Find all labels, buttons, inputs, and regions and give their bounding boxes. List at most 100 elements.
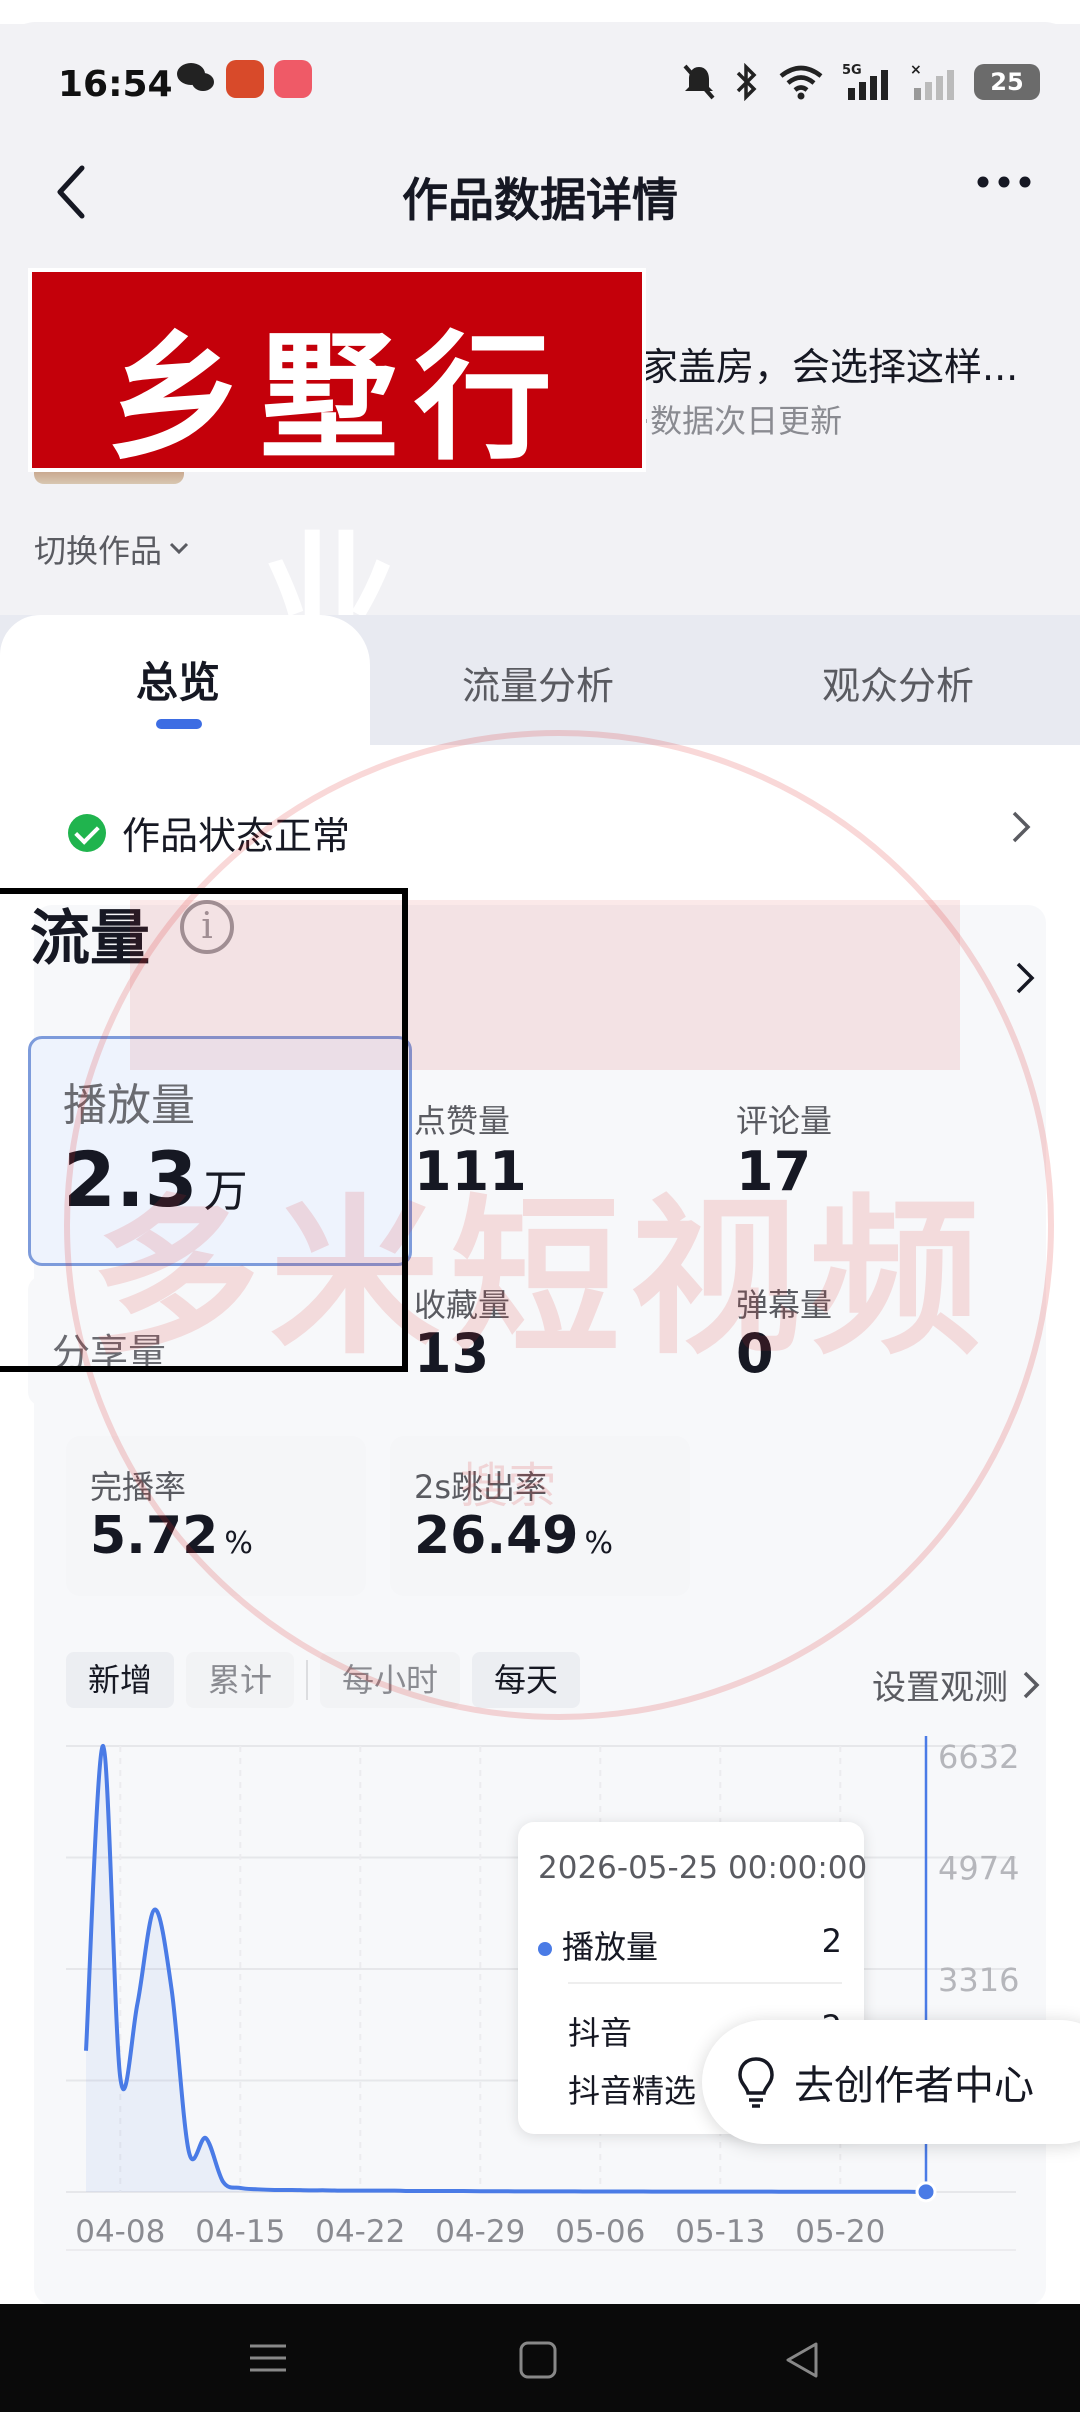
metric-value: 5.72% bbox=[90, 1506, 253, 1566]
chart-filter-chips: 新增 累计 每小时 每天 bbox=[66, 1652, 581, 1708]
metric-danmu[interactable]: 弹幕量 0 bbox=[712, 1260, 1022, 1410]
metric-shares[interactable]: 分享量 bbox=[28, 1276, 368, 1406]
page-title: 作品数据详情 bbox=[402, 173, 678, 227]
metric-label: 收藏量 bbox=[414, 1286, 511, 1324]
svg-text:×: × bbox=[910, 62, 922, 78]
chevron-right-icon bbox=[1016, 962, 1035, 994]
tab-audience-analysis[interactable]: 观众分析 bbox=[822, 655, 974, 710]
more-icon bbox=[977, 176, 1031, 188]
signal-5g-icon: 5G bbox=[842, 63, 888, 100]
metric-plays[interactable]: 播放量 2.3 万 bbox=[28, 1036, 412, 1266]
metric-completion-rate[interactable]: 完播率 5.72% bbox=[66, 1436, 366, 1596]
metric-unit: % bbox=[224, 1526, 253, 1561]
metric-comments[interactable]: 评论量 17 bbox=[712, 1070, 1022, 1270]
metric-value: 0 bbox=[736, 1322, 774, 1385]
bulb-icon bbox=[738, 2057, 774, 2108]
go-creator-center-label: 去创作者中心 bbox=[794, 2063, 1034, 2109]
app-icon bbox=[226, 60, 264, 98]
metric-label: 2s跳出率 bbox=[414, 1468, 548, 1506]
metric-number: 26.49 bbox=[414, 1506, 579, 1566]
chevron-down-icon bbox=[169, 542, 189, 555]
switch-work-label: 切换作品 bbox=[34, 532, 163, 570]
chip-daily[interactable]: 每天 bbox=[472, 1652, 581, 1708]
work-status-label: 作品状态正常 bbox=[122, 814, 351, 858]
chevron-right-icon bbox=[1012, 811, 1031, 843]
x-tick-label: 04-15 bbox=[195, 2214, 285, 2250]
tooltip-divider bbox=[568, 1982, 842, 1984]
y-tick-label: 3316 bbox=[938, 1961, 1019, 1999]
set-observation-label: 设置观测 bbox=[872, 1668, 1008, 1708]
metric-label: 评论量 bbox=[736, 1102, 833, 1140]
system-nav-bar bbox=[0, 2304, 1080, 2412]
metric-value: 111 bbox=[414, 1140, 527, 1203]
work-status-row[interactable]: 作品状态正常 bbox=[68, 805, 350, 860]
metric-label: 弹幕量 bbox=[736, 1286, 833, 1324]
work-title: 家盖房，会选择这样... bbox=[640, 345, 1019, 389]
tooltip-label: 播放量 bbox=[562, 1928, 659, 1966]
metric-likes[interactable]: 点赞量 111 bbox=[390, 1070, 700, 1270]
metric-favorites[interactable]: 收藏量 13 bbox=[390, 1260, 700, 1410]
metric-unit: % bbox=[584, 1526, 613, 1561]
tab-overview[interactable]: 总览 bbox=[136, 649, 220, 710]
chip-cumulative[interactable]: 累计 bbox=[186, 1652, 295, 1708]
status-bar: 16:54 5G × 25 bbox=[0, 40, 1080, 130]
go-creator-center-button[interactable]: 去创作者中心 bbox=[702, 2020, 1080, 2144]
x-tick-label: 05-06 bbox=[555, 2214, 645, 2250]
wifi-icon bbox=[779, 65, 823, 100]
metric-unit: 万 bbox=[203, 1166, 248, 1217]
bluetooth-icon bbox=[736, 63, 757, 101]
svg-text:5G: 5G bbox=[842, 63, 862, 78]
x-tick-label: 04-22 bbox=[315, 2214, 405, 2250]
signal-icon: × bbox=[910, 62, 954, 100]
y-tick-label: 4974 bbox=[938, 1850, 1019, 1888]
mute-icon bbox=[683, 64, 715, 100]
work-update-note: ·数据次日更新 bbox=[640, 402, 843, 440]
y-tick-label: 6632 bbox=[938, 1738, 1019, 1776]
tab-flow-analysis[interactable]: 流量分析 bbox=[462, 655, 614, 710]
tab-indicator bbox=[156, 719, 202, 729]
data-point bbox=[915, 2181, 937, 2203]
x-tick-label: 04-08 bbox=[75, 2214, 165, 2250]
app-icon bbox=[274, 60, 312, 98]
info-icon[interactable]: i bbox=[180, 900, 234, 954]
status-chevron[interactable] bbox=[1010, 809, 1032, 849]
chip-divider bbox=[306, 1660, 309, 1700]
metric-number: 2.3 bbox=[63, 1135, 198, 1224]
tooltip-date: 2026-05-25 00:00:00 bbox=[538, 1850, 868, 1886]
switch-work-button[interactable]: 切换作品 bbox=[34, 526, 190, 572]
x-tick-label: 04-29 bbox=[435, 2214, 525, 2250]
set-observation-button[interactable]: 设置观测 bbox=[872, 1660, 1040, 1709]
notification-icons bbox=[176, 60, 312, 98]
metric-number: 5.72 bbox=[90, 1506, 219, 1566]
chip-hourly[interactable]: 每小时 bbox=[320, 1652, 461, 1708]
tab-bar: 总览 流量分析 观众分析 bbox=[0, 615, 1080, 745]
metric-label: 完播率 bbox=[90, 1468, 187, 1506]
metric-label: 点赞量 bbox=[414, 1102, 511, 1140]
metric-value: 17 bbox=[736, 1140, 812, 1203]
chevron-right-icon bbox=[1023, 1671, 1040, 1698]
top-strip bbox=[0, 0, 1080, 24]
metric-value: 13 bbox=[414, 1322, 490, 1385]
metric-label: 分享量 bbox=[52, 1331, 167, 1375]
chip-new[interactable]: 新增 bbox=[66, 1652, 175, 1708]
x-tick-label: 05-13 bbox=[675, 2214, 765, 2250]
tooltip-label: 抖音 bbox=[568, 2014, 633, 2052]
overlay-banner: 乡墅行业 bbox=[28, 268, 646, 679]
status-time: 16:54 bbox=[58, 64, 173, 105]
back-triangle-icon[interactable] bbox=[782, 2340, 822, 2380]
tooltip-value: 2 bbox=[821, 1922, 842, 1960]
series-dot-icon bbox=[538, 1942, 552, 1956]
wechat-icon bbox=[177, 63, 214, 91]
metric-value: 26.49% bbox=[414, 1506, 613, 1566]
screen: 16:54 5G × 25 作品数据详情 家盖房，会选择这样... ·数据次日更… bbox=[0, 0, 1080, 2412]
flow-detail-chevron[interactable] bbox=[1014, 960, 1036, 1000]
metric-bounce-rate[interactable]: 2s跳出率 26.49% bbox=[390, 1436, 690, 1596]
tooltip-label: 抖音精选 bbox=[568, 2072, 697, 2110]
metric-label: 播放量 bbox=[63, 1080, 195, 1131]
more-button[interactable] bbox=[976, 174, 1032, 193]
tooltip-row-plays: 播放量 2 bbox=[538, 1922, 842, 1968]
flow-section-title: 流量 bbox=[30, 904, 150, 974]
home-icon[interactable] bbox=[518, 2340, 558, 2380]
header: 作品数据详情 bbox=[0, 140, 1080, 240]
menu-icon[interactable] bbox=[248, 2340, 288, 2376]
